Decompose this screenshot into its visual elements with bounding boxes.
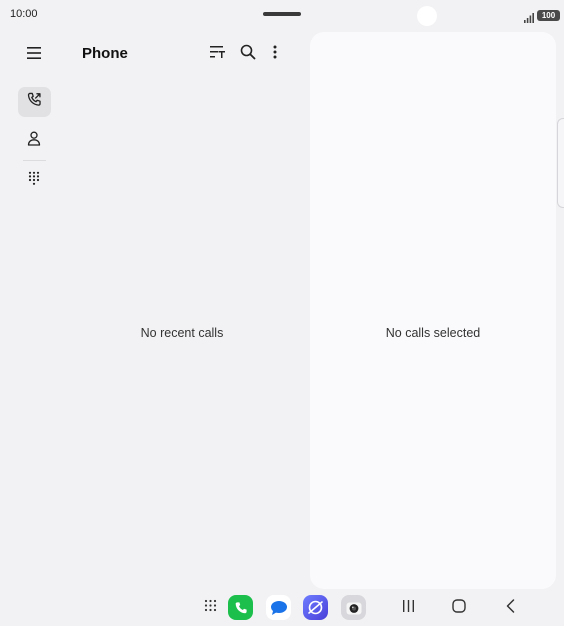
apps-grid-button[interactable]: [198, 596, 222, 620]
apps-grid-icon: [204, 599, 217, 617]
battery-badge: 100: [537, 10, 560, 21]
more-options-icon: [273, 45, 277, 64]
nav-divider: [23, 160, 46, 161]
menu-button[interactable]: [22, 43, 46, 67]
search-button[interactable]: [236, 42, 260, 66]
nav-contacts-tab[interactable]: [22, 129, 46, 153]
page-title: Phone: [82, 45, 128, 62]
person-icon: [27, 131, 41, 151]
detail-pane: No calls selected: [310, 32, 556, 589]
recent-apps-icon: [402, 599, 415, 617]
keypad-icon: [28, 171, 40, 191]
back-icon: [506, 598, 515, 618]
home-button[interactable]: [447, 596, 471, 620]
sort-filter-button[interactable]: [206, 42, 230, 66]
edge-panel-handle[interactable]: [557, 118, 564, 208]
empty-list-message: No recent calls: [140, 326, 224, 340]
nav-recents-tab[interactable]: [18, 87, 51, 117]
camera-cutout: [417, 6, 437, 26]
call-log-icon: [27, 92, 42, 112]
messages-app-icon[interactable]: [266, 595, 291, 620]
sort-filter-icon: [210, 45, 226, 64]
empty-detail-message: No calls selected: [385, 326, 481, 340]
camera-app-icon[interactable]: [341, 595, 366, 620]
nav-keypad-tab[interactable]: [22, 169, 46, 193]
status-time: 10:00: [10, 8, 38, 20]
menu-icon: [27, 46, 41, 64]
internet-app-icon[interactable]: [303, 595, 328, 620]
back-button[interactable]: [498, 596, 522, 620]
home-icon: [452, 598, 466, 618]
phone-app-icon[interactable]: [228, 595, 253, 620]
recent-apps-button[interactable]: [396, 596, 420, 620]
signal-icon: [524, 10, 534, 23]
search-icon: [240, 44, 256, 65]
top-drag-handle[interactable]: [263, 12, 301, 16]
more-options-button[interactable]: [263, 42, 287, 66]
